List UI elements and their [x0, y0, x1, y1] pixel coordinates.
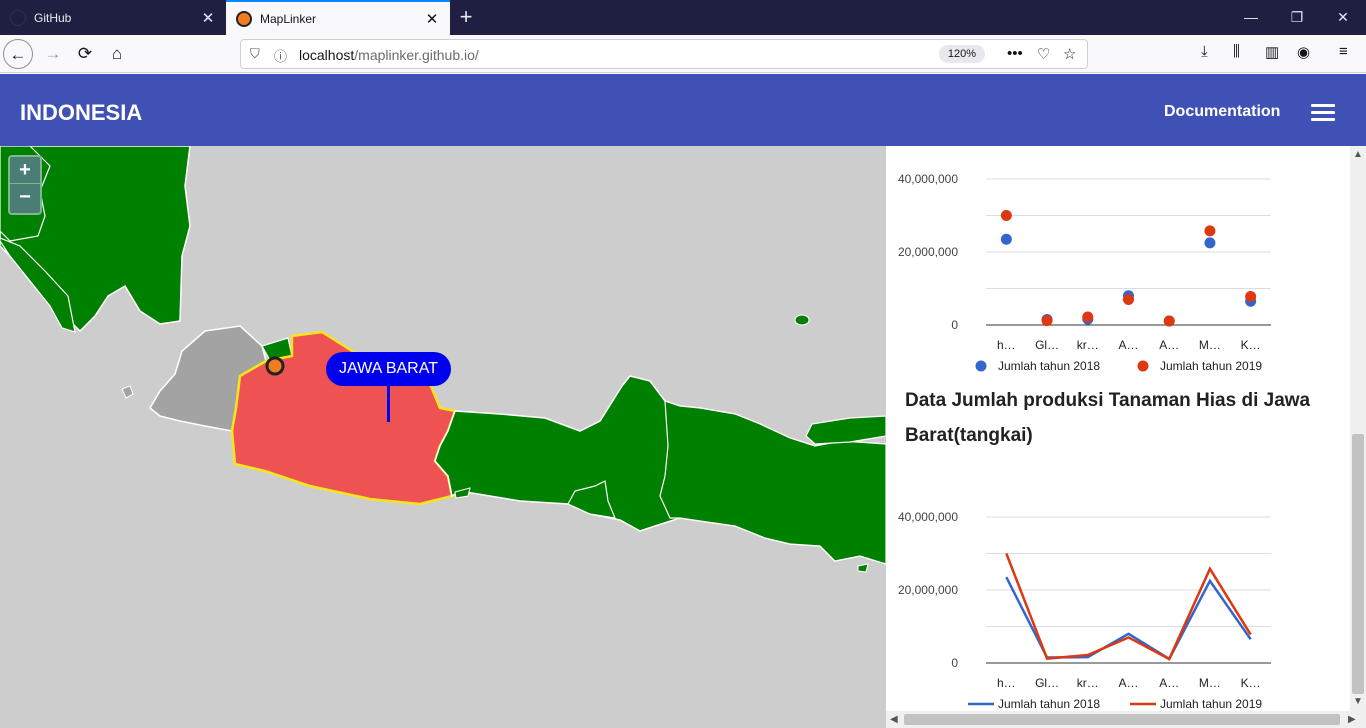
- url-text[interactable]: localhost/maplinker.github.io/: [299, 47, 479, 63]
- data-panel: 40,000,000 20,000,000 0 h… Gl… kr… A… A… M… K… Jum…: [886, 146, 1366, 728]
- github-favicon-icon: [10, 9, 26, 26]
- reload-button[interactable]: ⟳: [70, 39, 100, 69]
- close-window-button[interactable]: ✕: [1320, 0, 1366, 35]
- data-point: [1204, 237, 1216, 249]
- tab-maplinker[interactable]: MapLinker ✕: [226, 0, 450, 35]
- hamburger-menu-icon[interactable]: [1311, 104, 1335, 122]
- y-tick-label: 40,000,000: [898, 172, 958, 186]
- y-tick-label: 0: [951, 318, 958, 332]
- bookmark-star-icon[interactable]: ☆: [1063, 45, 1076, 63]
- data-point: [1245, 291, 1257, 303]
- scroll-right-icon[interactable]: ▶: [1348, 711, 1356, 728]
- navigation-toolbar: ← → ⟳ ⌂ ⛉ ⓘ localhost/maplinker.github.i…: [0, 35, 1366, 73]
- minimize-button[interactable]: —: [1228, 0, 1274, 35]
- y-tick-label: 20,000,000: [898, 583, 958, 597]
- forward-button[interactable]: →: [38, 39, 68, 69]
- back-button[interactable]: ←: [3, 39, 33, 69]
- data-point: [1082, 311, 1094, 323]
- legend-marker: [1137, 360, 1149, 372]
- x-tick-label: Gl…: [1035, 338, 1059, 352]
- horizontal-scrollbar[interactable]: ◀ ▶: [886, 711, 1366, 728]
- data-point: [1204, 225, 1216, 237]
- library-icon[interactable]: ⫼: [1233, 43, 1240, 60]
- island-small-south[interactable]: [857, 563, 869, 573]
- scroll-up-icon[interactable]: ▲: [1350, 149, 1366, 160]
- new-tab-button[interactable]: +: [452, 0, 480, 35]
- info-icon[interactable]: ⓘ: [274, 46, 287, 65]
- x-tick-label: M…: [1199, 338, 1221, 352]
- account-icon[interactable]: ◉: [1297, 43, 1310, 61]
- shield-icon[interactable]: ⛉: [250, 46, 260, 62]
- vertical-scrollbar[interactable]: ▲ ▼: [1350, 146, 1366, 711]
- x-tick-label: M…: [1199, 676, 1221, 690]
- legend-label: Jumlah tahun 2018: [998, 697, 1100, 711]
- data-point: [1000, 210, 1012, 221]
- x-tick-label: h…: [997, 338, 1016, 352]
- restore-button[interactable]: ❐: [1274, 0, 1320, 35]
- documentation-link[interactable]: Documentation: [1164, 103, 1280, 121]
- legend-marker: [975, 360, 987, 372]
- legend-label: Jumlah tahun 2018: [998, 359, 1100, 373]
- x-tick-label: A…: [1118, 676, 1138, 690]
- app-title[interactable]: INDONESIA: [20, 100, 142, 126]
- x-tick-label: K…: [1241, 338, 1261, 352]
- scatter-chart: 40,000,000 20,000,000 0 h… Gl… kr… A… A… M… K… Jum…: [898, 172, 1271, 373]
- series-line: [1005, 553, 1252, 661]
- island-small[interactable]: [794, 314, 810, 326]
- zoom-control: + −: [8, 155, 42, 215]
- x-tick-label: A…: [1118, 338, 1138, 352]
- browser-tab-strip: GitHub ✕ MapLinker ✕ + — ❐ ✕: [0, 0, 1366, 35]
- app-header: INDONESIA Documentation: [0, 74, 1366, 146]
- selected-region-label[interactable]: JAWA BARAT: [326, 352, 451, 386]
- home-button[interactable]: ⌂: [102, 39, 132, 69]
- data-point: [1000, 233, 1012, 245]
- legend-label: Jumlah tahun 2019: [1160, 697, 1262, 711]
- zoom-in-button[interactable]: +: [10, 157, 40, 184]
- page-actions-icon[interactable]: •••: [1007, 45, 1023, 62]
- island-madura[interactable]: [805, 415, 886, 445]
- location-marker[interactable]: [265, 356, 285, 376]
- url-bar[interactable]: ⛉ ⓘ localhost/maplinker.github.io/ 120% …: [240, 39, 1088, 69]
- downloads-icon[interactable]: ⤓: [1201, 43, 1208, 60]
- app-menu-icon[interactable]: ≡: [1339, 43, 1348, 60]
- vertical-scroll-thumb[interactable]: [1352, 434, 1364, 694]
- horizontal-scroll-thumb[interactable]: [904, 714, 1340, 725]
- tab-title: MapLinker: [260, 11, 317, 26]
- url-host: localhost: [299, 47, 355, 63]
- x-tick-label: Gl…: [1035, 676, 1059, 690]
- map-canvas[interactable]: [0, 146, 886, 728]
- y-tick-label: 0: [951, 656, 958, 670]
- island-banten-small[interactable]: [121, 385, 134, 399]
- zoom-indicator[interactable]: 120%: [939, 45, 985, 63]
- x-tick-label: kr…: [1077, 338, 1099, 352]
- url-path: /maplinker.github.io/: [354, 47, 479, 63]
- maplinker-favicon-icon: [236, 10, 252, 27]
- x-tick-label: A…: [1159, 338, 1179, 352]
- close-tab-icon[interactable]: ✕: [420, 10, 444, 28]
- x-tick-label: h…: [997, 676, 1016, 690]
- map-view[interactable]: + − JAWA BARAT: [0, 146, 886, 728]
- data-point: [1123, 293, 1134, 305]
- pocket-icon[interactable]: ♡: [1037, 45, 1050, 63]
- legend-label: Jumlah tahun 2019: [1160, 359, 1262, 373]
- close-tab-icon[interactable]: ✕: [196, 9, 220, 27]
- x-tick-label: kr…: [1077, 676, 1099, 690]
- line-chart: 40,000,000 20,000,000 0 h… Gl… kr… A… A… M… K… Jum…: [898, 510, 1271, 711]
- region-label-pointer: [387, 386, 390, 422]
- y-tick-label: 40,000,000: [898, 510, 958, 524]
- zoom-out-button[interactable]: −: [10, 184, 40, 211]
- tab-github[interactable]: GitHub ✕: [0, 0, 226, 35]
- chart-heading: Data Jumlah produksi Tanaman Hias di Jaw…: [905, 390, 1311, 446]
- x-tick-label: A…: [1159, 676, 1179, 690]
- data-point: [1163, 315, 1175, 327]
- x-tick-label: K…: [1241, 676, 1261, 690]
- data-point: [1041, 315, 1053, 327]
- scroll-left-icon[interactable]: ◀: [890, 711, 898, 728]
- tab-title: GitHub: [34, 10, 72, 25]
- y-tick-label: 20,000,000: [898, 245, 958, 259]
- sidebar-icon[interactable]: ▥: [1265, 43, 1279, 61]
- scroll-down-icon[interactable]: ▼: [1350, 696, 1366, 707]
